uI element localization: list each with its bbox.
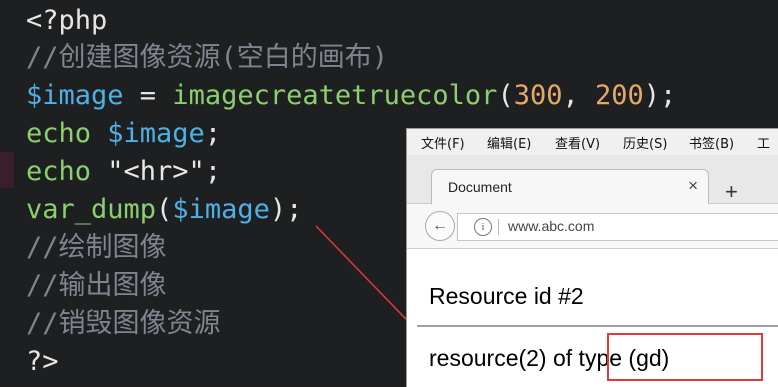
- menu-bookmarks[interactable]: 书签(B): [689, 133, 734, 152]
- navigation-bar: ← i www.abc.com: [407, 204, 778, 249]
- page-content: Resource id #2 resource(2) of type (gd): [407, 249, 778, 387]
- output-echo: Resource id #2: [429, 283, 584, 309]
- new-tab-button[interactable]: +: [725, 179, 738, 205]
- tab-document[interactable]: Document ×: [431, 169, 709, 206]
- highlight-box: [607, 333, 763, 381]
- url-bar[interactable]: i www.abc.com: [457, 213, 778, 241]
- horizontal-rule: [417, 325, 778, 327]
- tab-bar: Document × +: [407, 155, 778, 206]
- tab-title: Document: [448, 179, 512, 195]
- url-divider: [498, 219, 499, 235]
- browser-window: 文件(F) 编辑(E) 查看(V) 历史(S) 书签(B) 工具 Documen…: [406, 128, 778, 387]
- menu-view[interactable]: 查看(V): [555, 133, 600, 152]
- info-icon[interactable]: i: [474, 218, 492, 236]
- close-icon[interactable]: ×: [688, 176, 698, 196]
- menu-file[interactable]: 文件(F): [421, 133, 465, 152]
- menu-bar: 文件(F) 编辑(E) 查看(V) 历史(S) 书签(B) 工具: [407, 129, 778, 171]
- menu-history[interactable]: 历史(S): [623, 133, 667, 152]
- url-text[interactable]: www.abc.com: [508, 218, 594, 234]
- back-button[interactable]: ←: [425, 211, 455, 241]
- menu-edit[interactable]: 编辑(E): [487, 133, 531, 152]
